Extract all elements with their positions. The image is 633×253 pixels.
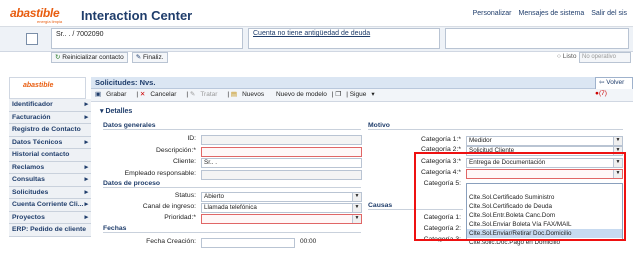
- cancel-icon: ✕: [139, 91, 146, 98]
- channel-dropdown[interactable]: Llamada telefónica ▼: [201, 203, 362, 213]
- details-toggle[interactable]: ▾ Detalles: [100, 107, 132, 115]
- finalize-icon: ✎: [135, 54, 142, 61]
- general-section-title: Datos generales: [103, 122, 361, 130]
- reset-contact-button[interactable]: ↻ Reinicializar contacto: [51, 52, 128, 63]
- refresh-icon: ↻: [55, 54, 61, 61]
- description-label: Descripción:*: [155, 147, 196, 154]
- sidebar-item-consultas[interactable]: Consultas ▸: [9, 174, 91, 187]
- contact-text: Sr.. . / 7002090: [56, 31, 104, 38]
- customer-field[interactable]: Sr.. .: [201, 158, 362, 168]
- id-field: [201, 135, 362, 145]
- app-title: Interaction Center: [81, 8, 193, 23]
- sidebar-nav: Identificador ▸ Facturación ▸ Registro de …: [9, 99, 91, 237]
- copy-icon[interactable]: ❐: [335, 91, 341, 98]
- sidebar-item-erp-pedido[interactable]: ERP: Pedido de cliente: [9, 224, 91, 237]
- channel-label: Canal de ingreso:: [142, 203, 196, 210]
- chevron-right-icon: ▸: [84, 201, 88, 208]
- chevron-right-icon: ▸: [84, 188, 88, 196]
- status-dropdown[interactable]: Abierto ▼: [201, 192, 362, 202]
- cancel-button[interactable]: ✕ Cancelar: [140, 91, 181, 98]
- alerts-indicator[interactable]: ●(7): [595, 90, 607, 97]
- top-links: Personalizar Mensajes de sistema Salir d…: [468, 10, 627, 17]
- personalize-link[interactable]: Personalizar: [473, 10, 512, 17]
- new-from-template-button[interactable]: Nuevo de modelo: [276, 91, 327, 98]
- id-label: ID:: [187, 135, 196, 142]
- chevron-right-icon: ▸: [84, 113, 88, 121]
- contact-box: Sr.. . / 7002090: [51, 28, 243, 49]
- dates-section-title: Fechas: [103, 225, 361, 233]
- page-title: Solicitudes: Nvs.: [95, 78, 156, 87]
- chevron-right-icon: ▸: [84, 176, 88, 183]
- customer-label: Cliente:: [172, 158, 196, 165]
- panel-header: [91, 77, 633, 89]
- motivo-cat1-dropdown[interactable]: Medidor ▼: [466, 136, 623, 146]
- motivo-cat1-label: Categoría 1:*: [420, 136, 461, 143]
- motivo-section-title: Motivo: [368, 122, 623, 130]
- seniority-link[interactable]: Cuenta no tiene antigüedad de deuda: [253, 30, 370, 37]
- edit-icon: ✎: [189, 91, 196, 98]
- chevron-down-icon: ▼: [352, 193, 361, 201]
- back-icon: ⇦: [599, 79, 605, 86]
- sidebar-item-identificador[interactable]: Identificador ▸: [9, 99, 91, 112]
- sidebar-logo: abastible: [23, 82, 54, 89]
- sidebar-item-cuenta-corriente[interactable]: Cuenta Corriente Cli... ▸: [9, 199, 91, 212]
- chevron-down-icon: ▼: [352, 215, 361, 223]
- sidebar-item-historial[interactable]: Historial contacto: [9, 149, 91, 162]
- status-label: Status:: [174, 192, 196, 199]
- status-select[interactable]: No operativo: [579, 52, 631, 63]
- sidebar-item-reclamos[interactable]: Reclamos ▸: [9, 161, 91, 174]
- document-icon[interactable]: [26, 33, 38, 45]
- chevron-right-icon: ▸: [84, 101, 88, 108]
- info-box: [445, 28, 629, 49]
- chevron-right-icon: ▸: [84, 138, 88, 146]
- logout-link[interactable]: Salir del sis: [591, 10, 627, 17]
- finalize-button[interactable]: ✎ Finaliz.: [131, 52, 168, 63]
- created-time-field[interactable]: 00:00: [300, 238, 316, 245]
- employee-label: Empleado responsable:: [124, 170, 196, 177]
- created-date-label: Fecha Creación:: [146, 238, 196, 245]
- status-radio[interactable]: ○ Listo: [557, 53, 576, 60]
- chevron-down-icon: ▼: [352, 204, 361, 212]
- action-row: ▣ Grabar | ✕ Cancelar | ✎ Tratar | ▤ Nuevos Nue…: [95, 91, 375, 98]
- sidebar-item-datos-tecnicos[interactable]: Datos Técnicos ▸: [9, 136, 91, 149]
- highlight-box: [414, 152, 626, 241]
- brand-logo: abastible: [10, 6, 60, 20]
- employee-field: [201, 170, 362, 180]
- context-toolbar: ↻ Reinicializar contacto ✎ Finaliz.: [51, 52, 172, 63]
- brand-tagline: energía limpia: [37, 19, 63, 24]
- chevron-right-icon: ▸: [84, 213, 88, 221]
- process-button[interactable]: ✎ Tratar: [190, 91, 223, 98]
- new-icon: ▤: [230, 91, 238, 98]
- save-icon: ▣: [95, 91, 102, 98]
- description-field[interactable]: [201, 147, 362, 157]
- created-date-field[interactable]: [201, 238, 295, 248]
- save-button[interactable]: ▣ Grabar: [95, 91, 131, 98]
- priority-dropdown[interactable]: ▼: [201, 214, 362, 224]
- sidebar-item-registro-contacto[interactable]: Registro de Contacto: [9, 124, 91, 137]
- chevron-right-icon: ▸: [84, 163, 88, 171]
- system-messages-link[interactable]: Mensajes de sistema: [518, 10, 584, 17]
- follow-up-button[interactable]: Sigue ▾: [350, 91, 375, 98]
- priority-label: Prioridad:*: [164, 214, 196, 221]
- sidebar-item-proyectos[interactable]: Proyectos ▸: [9, 211, 91, 224]
- new-button[interactable]: ▤ Nuevos: [231, 91, 269, 98]
- sidebar-item-solicitudes[interactable]: Solicitudes ▸: [9, 186, 91, 199]
- sidebar-item-facturacion[interactable]: Facturación ▸: [9, 111, 91, 124]
- process-section-title: Datos de proceso: [103, 180, 361, 188]
- chevron-down-icon: ▼: [613, 137, 622, 145]
